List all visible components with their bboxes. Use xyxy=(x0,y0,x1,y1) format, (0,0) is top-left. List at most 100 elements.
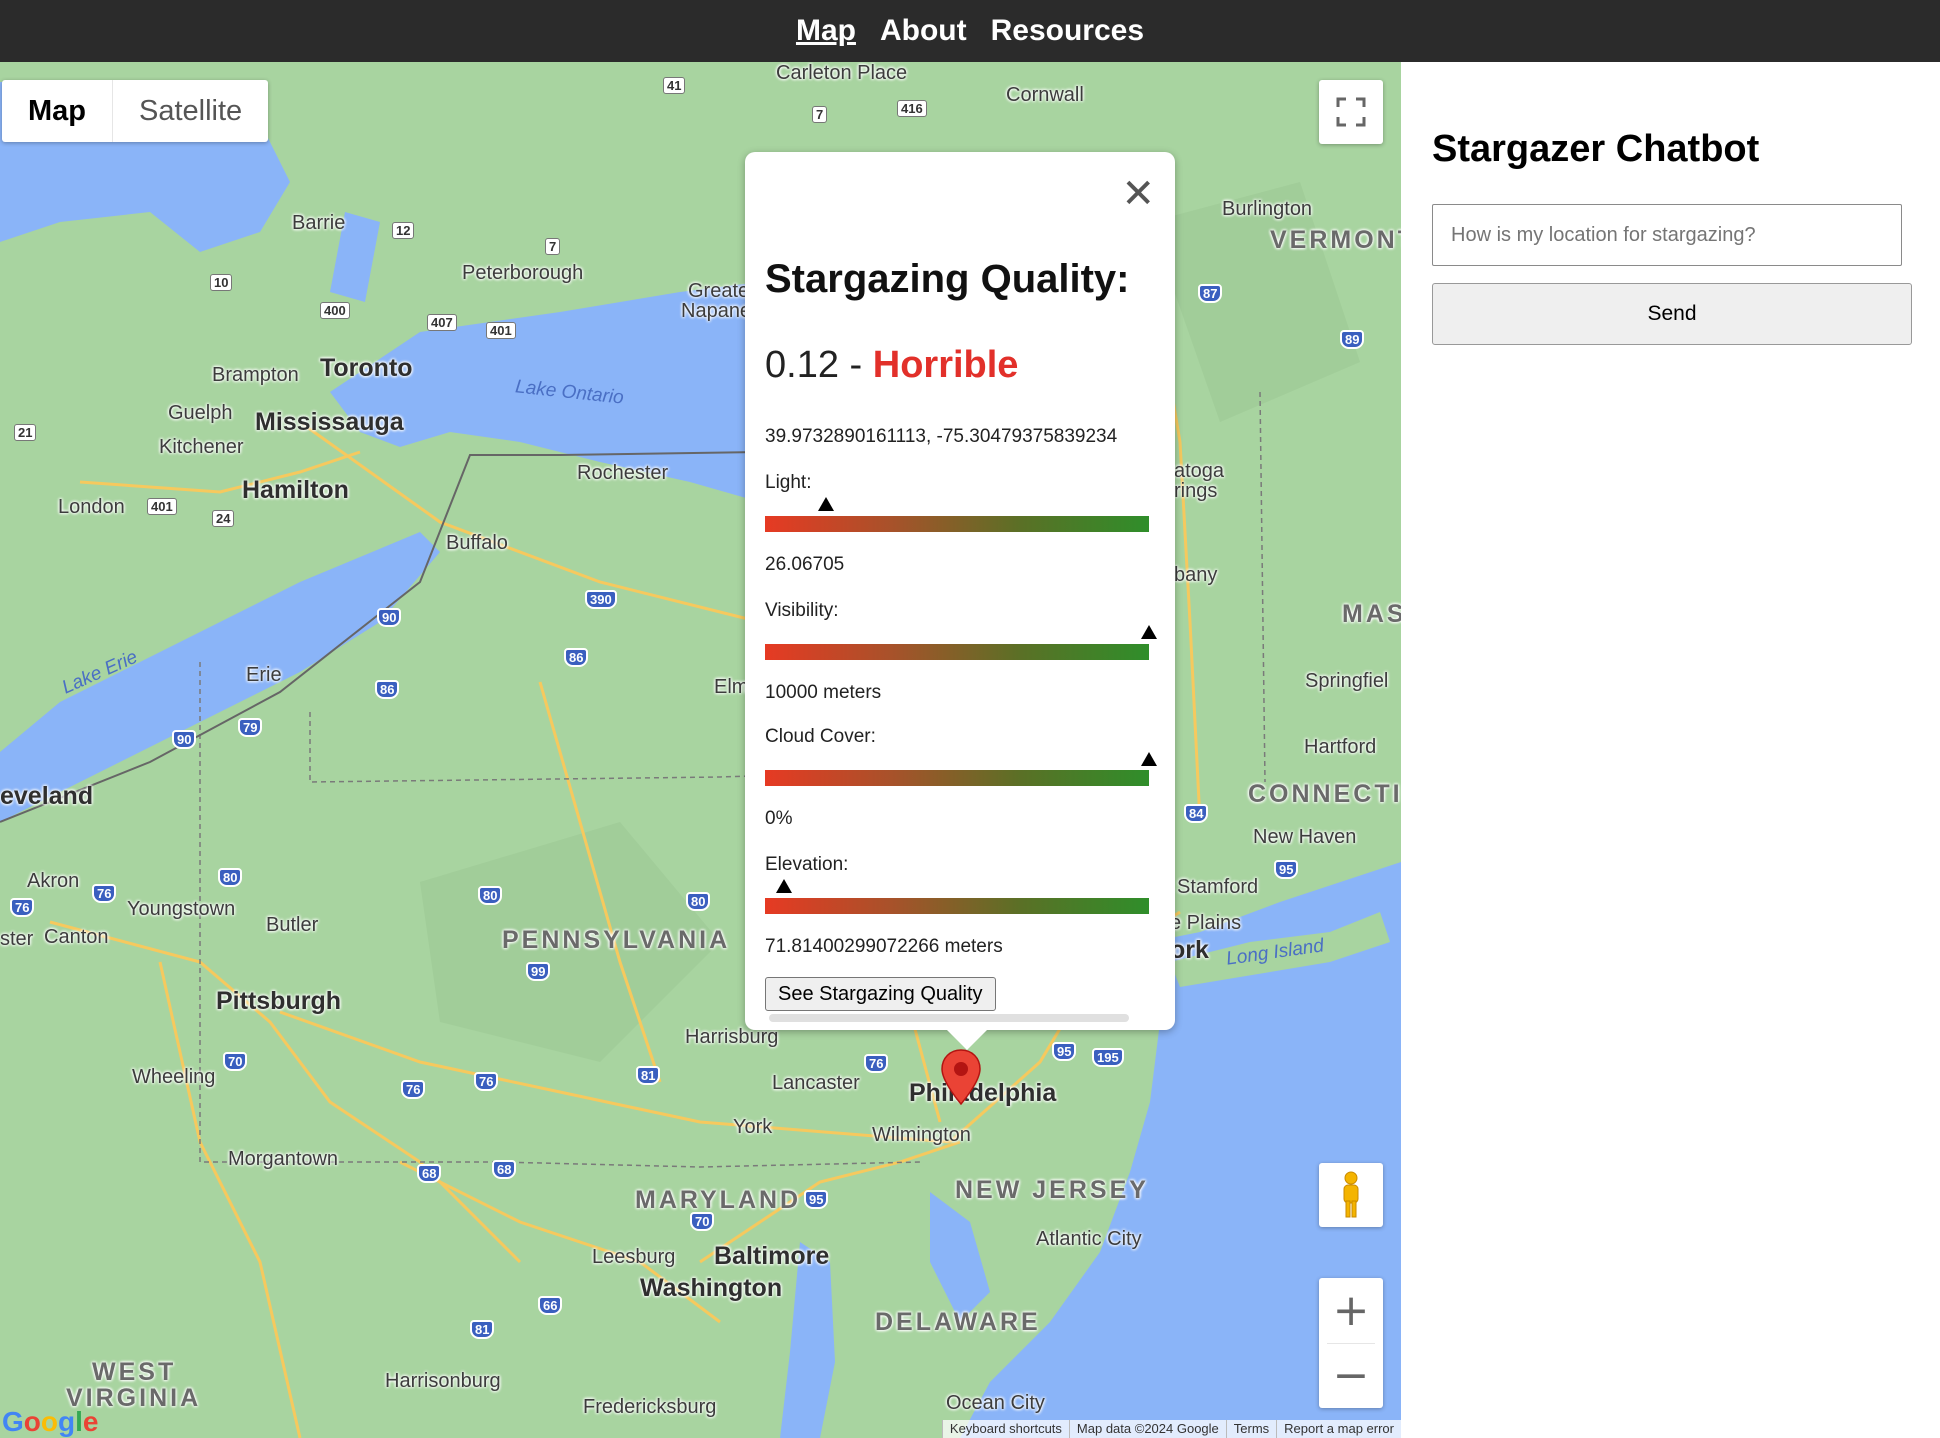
route-shield: 80 xyxy=(218,868,243,887)
route-shield: 401 xyxy=(147,498,177,515)
state-label-connecticut: CONNECTIC xyxy=(1248,780,1401,808)
city-label-london: London xyxy=(58,496,125,518)
city-label-springs: rings xyxy=(1174,480,1218,502)
route-shield: 87 xyxy=(1198,284,1223,303)
route-shield: 99 xyxy=(526,962,551,981)
route-shield: 76 xyxy=(401,1080,426,1099)
keyboard-shortcuts-link[interactable]: Keyboard shortcuts xyxy=(941,1420,1069,1438)
route-shield: 70 xyxy=(223,1052,248,1071)
city-label-akron: Akron xyxy=(27,870,80,892)
city-label-stamford: Stamford xyxy=(1177,876,1259,898)
state-label-west: WEST xyxy=(92,1358,177,1386)
send-button[interactable]: Send xyxy=(1432,283,1912,345)
route-shield: 24 xyxy=(212,510,235,527)
metric-label-light: Light: xyxy=(765,472,812,493)
city-label-white-plains: e Plains xyxy=(1170,912,1242,934)
chat-input[interactable] xyxy=(1432,204,1902,266)
route-shield: 76 xyxy=(10,898,35,917)
state-label-delaware: DELAWARE xyxy=(875,1308,1041,1336)
metric-value-light: 26.06705 xyxy=(765,554,845,575)
info-window-scrollbar[interactable] xyxy=(769,1014,1129,1022)
state-label-maryland: MARYLAND xyxy=(635,1186,802,1214)
metric-marker-light xyxy=(818,497,835,511)
route-shield: 390 xyxy=(585,590,617,609)
map-type-control: Map Satellite xyxy=(2,80,269,142)
street-view-pegman-button[interactable] xyxy=(1319,1163,1383,1227)
metric-marker-visibility xyxy=(1141,625,1157,639)
city-label-york: York xyxy=(733,1116,773,1138)
report-map-error-link[interactable]: Report a map error xyxy=(1276,1420,1401,1438)
city-label-harrisonburg: Harrisonburg xyxy=(385,1370,501,1392)
city-label-hartford: Hartford xyxy=(1304,736,1377,758)
city-label-carleton-place: Carleton Place xyxy=(776,62,908,84)
route-shield: 95 xyxy=(804,1190,829,1209)
close-icon[interactable]: ✕ xyxy=(1121,174,1155,214)
pegman-icon xyxy=(1343,1171,1359,1218)
map-attribution: Keyboard shortcuts Map data ©2024 Google… xyxy=(941,1420,1401,1438)
city-label-mississauga: Mississauga xyxy=(255,408,404,436)
route-shield: 86 xyxy=(375,680,400,699)
route-shield: 400 xyxy=(320,302,350,319)
city-label-peterborough: Peterborough xyxy=(462,262,584,284)
fullscreen-button[interactable] xyxy=(1319,80,1383,144)
state-label-new-jersey: NEW JERSEY xyxy=(955,1176,1149,1204)
route-shield: 95 xyxy=(1274,860,1299,879)
route-shield: 89 xyxy=(1340,330,1365,349)
stargazing-score: 0.12 - Horrible xyxy=(765,344,1018,387)
map-type-satellite-button[interactable]: Satellite xyxy=(113,80,268,142)
route-shield: 68 xyxy=(417,1164,442,1183)
coordinates-text: 39.9732890161113, -75.30479375839234 xyxy=(765,426,1118,447)
metric-value-visibility: 10000 meters xyxy=(765,682,882,703)
metric-label-cloud-cover: Cloud Cover: xyxy=(765,726,876,747)
nav-map-link[interactable]: Map xyxy=(796,14,856,48)
city-label-pittsburgh: Pittsburgh xyxy=(216,987,341,1015)
zoom-out-button[interactable]: − xyxy=(1319,1344,1383,1408)
metric-bar-cloud-cover xyxy=(765,770,1149,786)
map-canvas[interactable]: Lake Ontario Lake Erie Long Island PENNS… xyxy=(0,62,1401,1438)
city-label-atlantic-city: Atlantic City xyxy=(1036,1228,1142,1250)
city-label-canton: Canton xyxy=(44,926,109,948)
metric-bar-elevation xyxy=(765,898,1149,914)
city-label-new-york: ork xyxy=(1170,936,1209,964)
state-label-vermont: VERMONT xyxy=(1270,226,1401,254)
terms-link[interactable]: Terms xyxy=(1225,1420,1276,1438)
map-type-map-button[interactable]: Map xyxy=(2,80,113,142)
chatbot-title: Stargazer Chatbot xyxy=(1432,128,1760,170)
score-separator: - xyxy=(838,344,873,386)
stargazing-info-window: ✕ Stargazing Quality: 0.12 - Horrible 39… xyxy=(745,152,1175,1050)
route-shield: 90 xyxy=(377,608,402,627)
see-stargazing-quality-button[interactable]: See Stargazing Quality xyxy=(765,977,996,1011)
route-shield: 70 xyxy=(690,1212,715,1231)
nav-resources-link[interactable]: Resources xyxy=(991,14,1144,48)
route-shield: 86 xyxy=(564,648,589,667)
route-shield: 195 xyxy=(1092,1048,1124,1067)
city-label-lancaster: Lancaster xyxy=(772,1072,860,1094)
city-label-fredericksburg: Fredericksburg xyxy=(583,1396,717,1418)
metric-label-visibility: Visibility: xyxy=(765,600,839,621)
route-shield: 68 xyxy=(492,1160,517,1179)
route-shield: 41 xyxy=(663,77,686,94)
location-marker-icon[interactable] xyxy=(940,1048,982,1106)
city-label-new-haven: New Haven xyxy=(1253,826,1357,848)
city-label-baltimore: Baltimore xyxy=(714,1242,830,1270)
route-shield: 80 xyxy=(478,886,503,905)
nav-about-link[interactable]: About xyxy=(880,14,967,48)
info-window-title: Stargazing Quality: xyxy=(765,257,1130,301)
zoom-in-button[interactable]: + xyxy=(1319,1279,1383,1343)
city-label-guelph: Guelph xyxy=(168,402,233,424)
city-label-leesburg: Leesburg xyxy=(592,1246,676,1268)
metric-bar-light xyxy=(765,516,1149,532)
map-base-layer xyxy=(0,62,1401,1438)
route-shield: 81 xyxy=(470,1320,495,1339)
route-shield: 407 xyxy=(427,314,457,331)
route-shield: 7 xyxy=(545,238,561,255)
city-label-philadelphia: Philadelphia xyxy=(909,1079,1057,1107)
city-label-albany: bany xyxy=(1174,564,1218,586)
metric-value-cloud-cover: 0% xyxy=(765,808,793,829)
metric-marker-elevation xyxy=(776,879,793,893)
city-label-ster: ster xyxy=(0,928,34,950)
city-label-barrie: Barrie xyxy=(292,212,346,234)
route-shield: 12 xyxy=(392,222,415,239)
google-logo[interactable]: Google xyxy=(2,1406,98,1438)
route-shield: 10 xyxy=(210,274,233,291)
